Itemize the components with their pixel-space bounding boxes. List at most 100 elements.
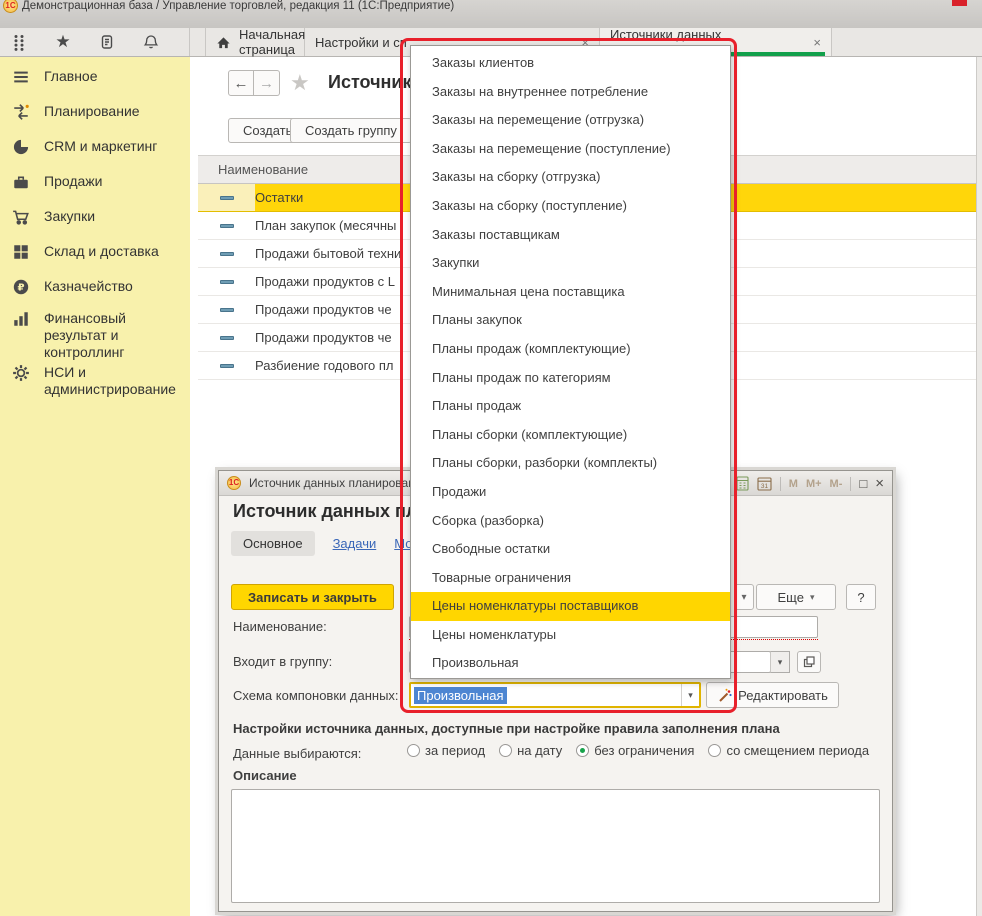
- pie-chart-icon: [12, 138, 30, 156]
- dropdown-option[interactable]: Планы сборки, разборки (комплекты): [411, 449, 730, 478]
- edit-schema-button[interactable]: Редактировать: [706, 682, 839, 708]
- dropdown-option[interactable]: Заказы на сборку (отгрузка): [411, 163, 730, 192]
- group-choose-button[interactable]: [797, 651, 821, 673]
- create-group-button[interactable]: Создать группу: [290, 118, 412, 143]
- schema-selected-value: Произвольная: [414, 687, 507, 704]
- memory-m-button[interactable]: M: [789, 478, 798, 490]
- tab-tasks-link[interactable]: Задачи: [333, 536, 377, 551]
- bar-chart-icon: [12, 310, 30, 328]
- radio-so-smescheniem[interactable]: со смещением периода: [708, 743, 869, 758]
- dropdown-option[interactable]: Заказы на перемещение (отгрузка): [411, 106, 730, 135]
- hidden-split-button-arrow[interactable]: ▾: [734, 584, 754, 610]
- planning-icon: [12, 103, 30, 121]
- tools-menu-icon[interactable]: [10, 33, 28, 51]
- row-dash-icon: [198, 268, 255, 295]
- calendar-icon[interactable]: 31: [757, 476, 772, 491]
- calculator-icon[interactable]: [736, 476, 749, 491]
- forward-button[interactable]: →: [254, 70, 280, 96]
- name-field-label: Наименование:: [233, 619, 327, 634]
- row-dash-icon: [198, 212, 255, 239]
- dropdown-option[interactable]: Планы продаж (комплектующие): [411, 335, 730, 364]
- tab-main[interactable]: Основное: [231, 531, 315, 556]
- sidebar-item-crm[interactable]: CRM и маркетинг: [0, 138, 190, 156]
- sidebar-item-warehouse[interactable]: Склад и доставка: [0, 243, 190, 261]
- radio-za-period[interactable]: за период: [407, 743, 485, 758]
- sidebar-item-financial-result[interactable]: Финансовый результат и контроллинг: [0, 310, 190, 361]
- dropdown-option[interactable]: Свободные остатки: [411, 535, 730, 564]
- dropdown-option[interactable]: Планы сборки (комплектующие): [411, 421, 730, 450]
- dropdown-option[interactable]: Продажи: [411, 478, 730, 507]
- tab-settings-label: Настройки и сп: [315, 35, 407, 50]
- dropdown-option[interactable]: Цены номенклатуры поставщиков: [411, 592, 730, 621]
- svg-text:₽: ₽: [17, 283, 24, 294]
- notifications-bell-icon[interactable]: [142, 33, 160, 51]
- window-right-edge: [976, 57, 982, 916]
- settings-section-header: Настройки источника данных, доступные пр…: [233, 721, 780, 736]
- menu-icon: [12, 68, 30, 86]
- sidebar-item-planning[interactable]: Планирование: [0, 103, 190, 121]
- ruble-icon: ₽: [12, 278, 30, 296]
- tab-home[interactable]: Начальная страница: [205, 28, 305, 56]
- history-icon[interactable]: [98, 33, 116, 51]
- radio-na-datu[interactable]: на дату: [499, 743, 562, 758]
- row-dash-icon: [198, 240, 255, 267]
- favorite-star-icon[interactable]: ★: [290, 70, 310, 96]
- 1c-logo-icon: 1С: [3, 0, 18, 13]
- schema-dropdown-arrow[interactable]: ▾: [681, 684, 699, 706]
- row-dash-icon: [198, 184, 255, 211]
- sidebar-item-treasury[interactable]: ₽ Казначейство: [0, 278, 190, 296]
- sidebar-item-purchasing[interactable]: Закупки: [0, 208, 190, 226]
- dropdown-option[interactable]: Заказы клиентов: [411, 49, 730, 78]
- save-and-close-button[interactable]: Записать и закрыть: [231, 584, 394, 610]
- radio-circle-icon: [407, 744, 420, 757]
- dropdown-option[interactable]: Цены номенклатуры: [411, 621, 730, 650]
- help-button[interactable]: ?: [846, 584, 876, 610]
- dropdown-option[interactable]: Закупки: [411, 249, 730, 278]
- row-label: Разбиение годового пл: [255, 358, 394, 373]
- close-icon[interactable]: ×: [875, 475, 884, 492]
- group-field-label: Входит в группу:: [233, 654, 332, 669]
- memory-m-plus-button[interactable]: M+: [806, 478, 822, 490]
- sidebar-item-sales[interactable]: Продажи: [0, 173, 190, 191]
- dropdown-option[interactable]: Заказы поставщикам: [411, 221, 730, 250]
- quick-toolbar: ★: [0, 28, 190, 56]
- row-dash-icon: [198, 352, 255, 379]
- more-button[interactable]: Еще▾: [756, 584, 836, 610]
- tab-close-icon[interactable]: ×: [805, 35, 821, 50]
- dropdown-option[interactable]: Планы закупок: [411, 306, 730, 335]
- row-label: План закупок (месячны: [255, 218, 396, 233]
- group-dropdown-arrow[interactable]: ▾: [770, 651, 790, 673]
- gear-icon: [12, 364, 30, 382]
- radio-bez-ogranicheniya[interactable]: без ограничения: [576, 743, 694, 758]
- memory-m-minus-button[interactable]: M-: [830, 478, 843, 490]
- schema-field-label: Схема компоновки данных:: [233, 688, 399, 703]
- chevron-down-icon: ▾: [810, 592, 815, 603]
- row-dash-icon: [198, 324, 255, 351]
- dropdown-option[interactable]: Заказы на перемещение (поступление): [411, 135, 730, 164]
- dropdown-option[interactable]: Товарные ограничения: [411, 564, 730, 593]
- dropdown-option[interactable]: Планы продаж: [411, 392, 730, 421]
- description-textarea[interactable]: [231, 789, 880, 903]
- row-label: Продажи продуктов че: [255, 302, 392, 317]
- planning-source-dropdown: Заказы клиентовЗаказы на внутреннее потр…: [410, 45, 731, 679]
- row-label: Продажи бытовой техни: [255, 246, 401, 261]
- schema-combobox[interactable]: Произвольная ▾: [409, 682, 701, 708]
- row-label: Продажи продуктов с L: [255, 274, 395, 289]
- window-close-button-fragment[interactable]: [952, 0, 967, 6]
- history-nav: ← →: [228, 70, 280, 96]
- row-label: Остатки: [255, 190, 303, 205]
- dropdown-option[interactable]: Произвольная: [411, 649, 730, 678]
- dropdown-option[interactable]: Заказы на сборку (поступление): [411, 192, 730, 221]
- back-button[interactable]: ←: [228, 70, 254, 96]
- dropdown-option[interactable]: Заказы на внутреннее потребление: [411, 78, 730, 107]
- maximize-icon[interactable]: □: [859, 476, 867, 491]
- application-window: 1С Демонстрационная база / Управление то…: [0, 0, 982, 916]
- dropdown-option[interactable]: Планы продаж по категориям: [411, 364, 730, 393]
- dropdown-option[interactable]: Сборка (разборка): [411, 507, 730, 536]
- svg-text:31: 31: [761, 483, 769, 490]
- dropdown-option[interactable]: Минимальная цена поставщика: [411, 278, 730, 307]
- sidebar-item-admin[interactable]: НСИ и администрирование: [0, 364, 190, 398]
- sidebar-item-main[interactable]: Главное: [0, 68, 190, 86]
- favorites-star-icon[interactable]: ★: [54, 33, 72, 51]
- data-selection-radio-group: за период на дату без ограничения со сме…: [407, 743, 869, 758]
